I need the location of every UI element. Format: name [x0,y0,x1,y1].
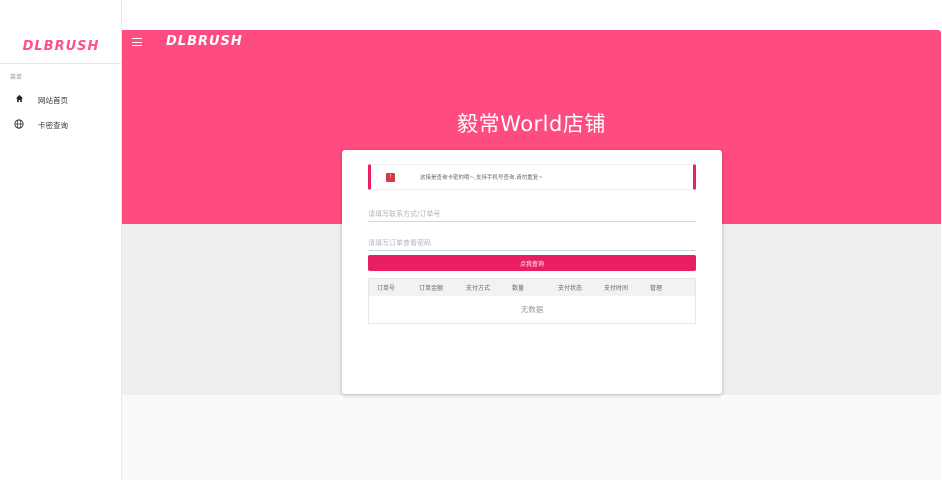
empty-text: 无数据 [520,305,544,314]
table-empty-row: 无数据 [369,296,695,323]
sidebar-logo[interactable]: DLBRUSH [0,30,122,64]
column-header: 支付方式 [466,285,491,292]
globe-icon [12,118,26,132]
column-header: 数量 [512,285,525,292]
footer-background [122,395,941,480]
sidebar: DLBRUSH 菜单 网站首页 卡密查询 [0,0,122,480]
query-card: ! 这接是查询卡密的哦~,支持手机号查询,请勿重复~ 点我查询 订单号 订单金额… [342,150,722,394]
query-button[interactable]: 点我查询 [368,255,696,271]
column-header: 订单号 [377,285,396,292]
home-icon [12,94,26,106]
column-header: 管理 [650,285,663,292]
column-header: 支付状态 [558,285,583,292]
password-input[interactable] [368,235,696,251]
notice-bar: ! 这接是查询卡密的哦~,支持手机号查询,请勿重复~ [368,164,696,190]
sidebar-item-label: 卡密查询 [38,120,68,130]
column-header: 订单金额 [419,285,444,292]
order-table: 订单号 订单金额 支付方式 数量 支付状态 支付时间 管理 无数据 [368,278,696,324]
sidebar-item-home[interactable]: 网站首页 [12,93,68,107]
header-logo[interactable]: DLBRUSH [166,34,243,49]
sidebar-item-card-query[interactable]: 卡密查询 [12,118,68,132]
menu-icon[interactable] [132,38,142,46]
page-title: 毅常World店铺 [457,112,606,136]
notice-text: 这接是查询卡密的哦~,支持手机号查询,请勿重复~ [420,175,543,181]
contact-input[interactable] [368,206,696,222]
notice-icon: ! [386,172,395,182]
sidebar-section-label: 菜单 [10,74,23,81]
table-header: 订单号 订单金额 支付方式 数量 支付状态 支付时间 管理 [369,279,695,296]
sidebar-item-label: 网站首页 [38,95,68,105]
sidebar-logo-text: DLBRUSH [22,39,100,54]
column-header: 支付时间 [604,285,629,292]
